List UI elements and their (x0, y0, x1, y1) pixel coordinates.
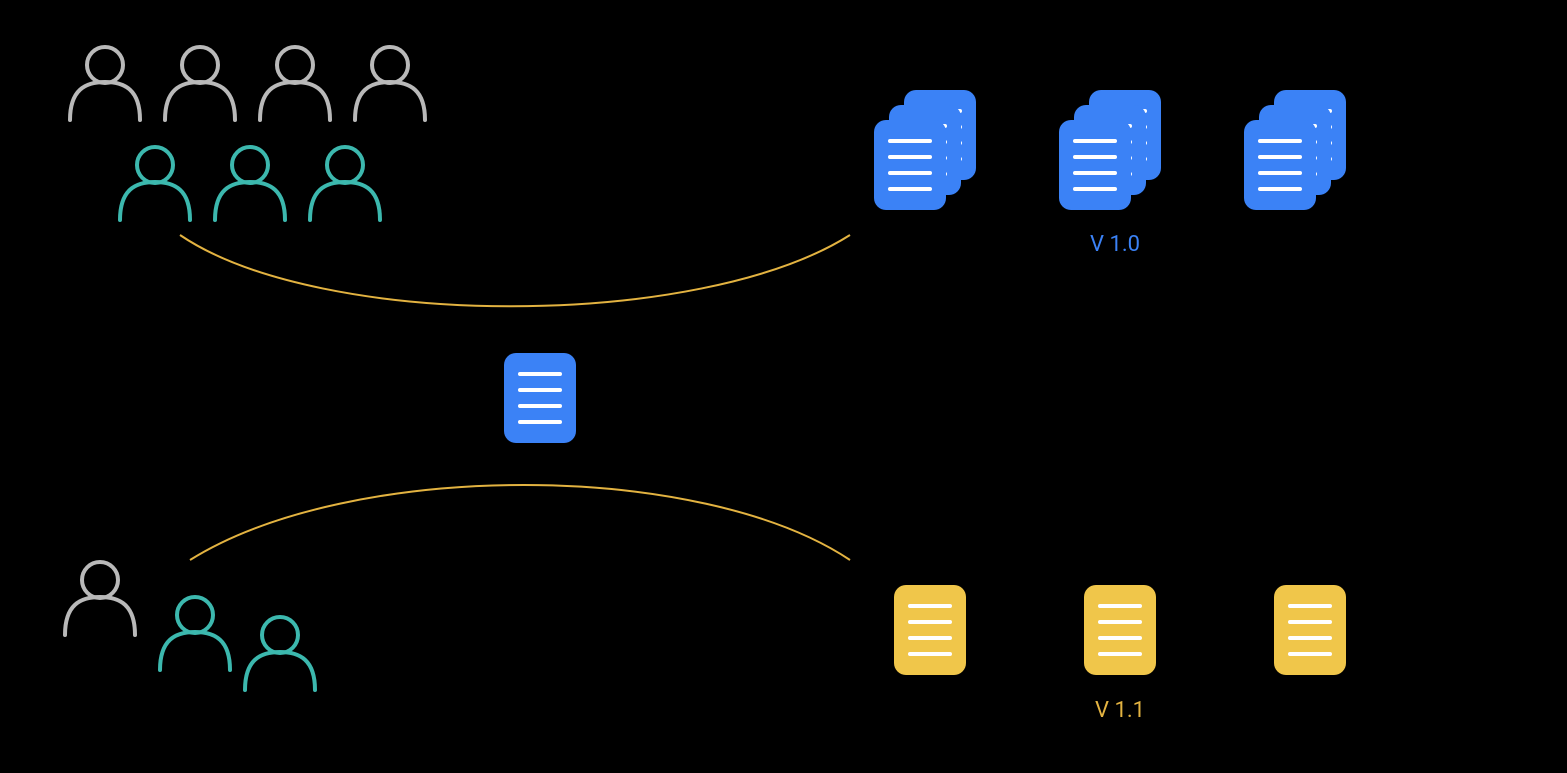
person-icon (215, 147, 285, 220)
arc-bottom (190, 485, 850, 560)
version-label-1-1: V 1.1 (1095, 698, 1145, 723)
document-icon (1084, 585, 1156, 675)
people-row-gray (70, 47, 425, 120)
person-icon (160, 597, 230, 670)
document-icon (894, 585, 966, 675)
document-stack-icon (1059, 90, 1161, 210)
people-bottom-gray (65, 562, 135, 635)
person-icon (260, 47, 330, 120)
document-stack-icon (1244, 90, 1346, 210)
arc-top (180, 235, 850, 306)
person-icon (65, 562, 135, 635)
documents-v1-1 (894, 585, 1346, 675)
document-icon (1274, 585, 1346, 675)
document-stacks-v1-0 (874, 90, 1346, 210)
people-group-top (70, 47, 425, 220)
version-label-1-0: V 1.0 (1090, 232, 1140, 257)
document-stack-icon (874, 90, 976, 210)
document-center (504, 353, 576, 443)
person-icon (245, 617, 315, 690)
people-group-bottom (65, 562, 315, 690)
person-icon (120, 147, 190, 220)
people-bottom-teal (160, 597, 315, 690)
people-row-teal (120, 147, 380, 220)
person-icon (70, 47, 140, 120)
person-icon (355, 47, 425, 120)
person-icon (310, 147, 380, 220)
diagram-canvas (0, 0, 1567, 773)
person-icon (165, 47, 235, 120)
